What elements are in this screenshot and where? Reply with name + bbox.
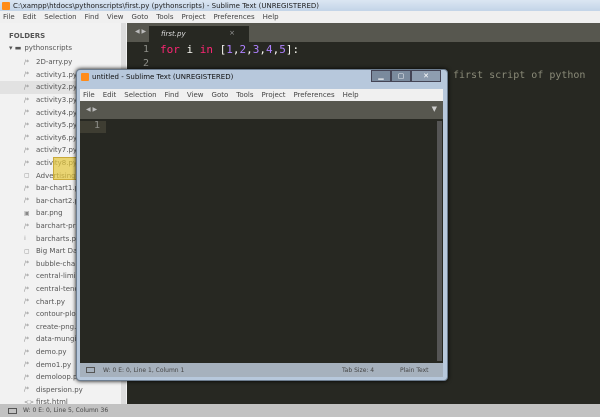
menu-view[interactable]: View: [107, 13, 124, 21]
file-icon: /*: [24, 373, 30, 381]
menu-view[interactable]: View: [187, 91, 204, 99]
menu-file[interactable]: File: [3, 13, 15, 21]
sublime-logo-icon: [2, 1, 10, 10]
console-icon[interactable]: [86, 367, 95, 373]
console-icon[interactable]: [8, 407, 17, 414]
file-icon: /*: [24, 310, 30, 318]
file-icon: /*: [24, 335, 30, 343]
file-icon: /*: [24, 96, 30, 104]
menu-project[interactable]: Project: [262, 91, 286, 99]
folder-icon: ▾ ▬: [9, 44, 22, 52]
minimize-button[interactable]: ▁: [371, 70, 391, 82]
tab-nav-arrows-icon[interactable]: ◀ ▶: [135, 28, 146, 35]
file-icon: ▣: [24, 209, 30, 217]
menu-find[interactable]: Find: [85, 13, 99, 21]
file-icon: /*: [24, 348, 30, 356]
main-title-bar: C:\xampp\htdocs\pythonscripts\first.py (…: [0, 0, 600, 11]
file-icon: /*: [24, 146, 30, 154]
tab-dropdown-icon[interactable]: ▼: [432, 105, 437, 113]
file-icon: /*: [24, 298, 30, 306]
line-number: 1: [142, 44, 149, 55]
tab-close-icon[interactable]: ×: [229, 29, 235, 37]
main-title: C:\xampp\htdocs\pythonscripts\first.py (…: [13, 1, 320, 10]
sublime-logo-icon: [81, 73, 89, 81]
menu-goto[interactable]: Goto: [132, 13, 149, 21]
file-icon: /*: [24, 134, 30, 142]
menu-help[interactable]: Help: [263, 13, 279, 21]
menu-edit[interactable]: Edit: [103, 91, 117, 99]
menu-edit[interactable]: Edit: [23, 13, 37, 21]
file-icon: /*: [24, 386, 30, 394]
file-icon: /*: [24, 272, 30, 280]
file-icon: ▢: [24, 247, 30, 255]
file-icon: /*: [24, 109, 30, 117]
file-icon: ⁞: [24, 235, 26, 243]
file-icon: /*: [24, 222, 30, 230]
dialog-tab-bar: ◀ ▶ ▼: [80, 101, 443, 119]
menu-goto[interactable]: Goto: [212, 91, 229, 99]
tab-bar: ◀ ▶ first.py ×: [127, 23, 600, 42]
maximize-button[interactable]: ▢: [391, 70, 411, 82]
menu-preferences[interactable]: Preferences: [213, 13, 254, 21]
file-icon: ▢: [24, 172, 30, 180]
main-status-bar: W: 0 E: 0, Line 5, Column 36: [0, 404, 600, 417]
dialog-scrollbar[interactable]: [437, 121, 442, 361]
file-item[interactable]: <> first.html: [24, 396, 127, 404]
file-icon: /*: [24, 260, 30, 268]
code-line-1: for i in [1,2,3,4,5]:: [160, 43, 300, 56]
tab-first-py[interactable]: first.py ×: [149, 26, 249, 42]
file-item[interactable]: /* dispersion.py: [24, 384, 127, 397]
folder-pythonscripts[interactable]: ▾ ▬ pythonscripts: [9, 44, 72, 52]
close-button[interactable]: ✕: [411, 70, 441, 82]
line-number: 1: [93, 120, 100, 131]
menu-preferences[interactable]: Preferences: [293, 91, 334, 99]
file-icon: /*: [24, 323, 30, 331]
file-icon: /*: [24, 184, 30, 192]
file-icon: /*: [24, 58, 30, 66]
file-icon: /*: [24, 197, 30, 205]
dialog-title-bar: untitled - Sublime Text (UNREGISTERED): [81, 73, 233, 81]
line-number: 2: [142, 58, 149, 69]
file-icon: /*: [24, 159, 30, 167]
menu-tools[interactable]: Tools: [236, 91, 253, 99]
file-item[interactable]: /* 2D-arry.py: [24, 56, 127, 69]
menu-selection[interactable]: Selection: [124, 91, 156, 99]
dialog-menu-bar: File Edit Selection Find View Goto Tools Projec…: [80, 89, 443, 101]
tab-nav-arrows-icon[interactable]: ◀ ▶: [86, 106, 97, 113]
untitled-window: untitled - Sublime Text (UNREGISTERED) ▁…: [76, 69, 448, 381]
menu-find[interactable]: Find: [165, 91, 179, 99]
menu-file[interactable]: File: [83, 91, 95, 99]
syntax-selector[interactable]: Plain Text: [400, 367, 428, 374]
menu-project[interactable]: Project: [182, 13, 206, 21]
menu-selection[interactable]: Selection: [44, 13, 76, 21]
file-icon: /*: [24, 83, 30, 91]
dialog-status-bar: W: 0 E: 0, Line 1, Column 1 Tab Size: 4 …: [80, 363, 443, 377]
folders-header: FOLDERS: [9, 32, 46, 40]
main-menu-bar: File Edit Selection Find View Goto Tools Projec…: [0, 11, 600, 23]
tab-size[interactable]: Tab Size: 4: [342, 367, 374, 374]
obscured-code-text: first script of python: [453, 70, 586, 81]
file-icon: /*: [24, 285, 30, 293]
dialog-editor[interactable]: 1: [80, 119, 443, 363]
file-icon: /*: [24, 361, 30, 369]
menu-tools[interactable]: Tools: [156, 13, 173, 21]
file-icon: /*: [24, 71, 30, 79]
file-icon: /*: [24, 121, 30, 129]
menu-help[interactable]: Help: [343, 91, 359, 99]
